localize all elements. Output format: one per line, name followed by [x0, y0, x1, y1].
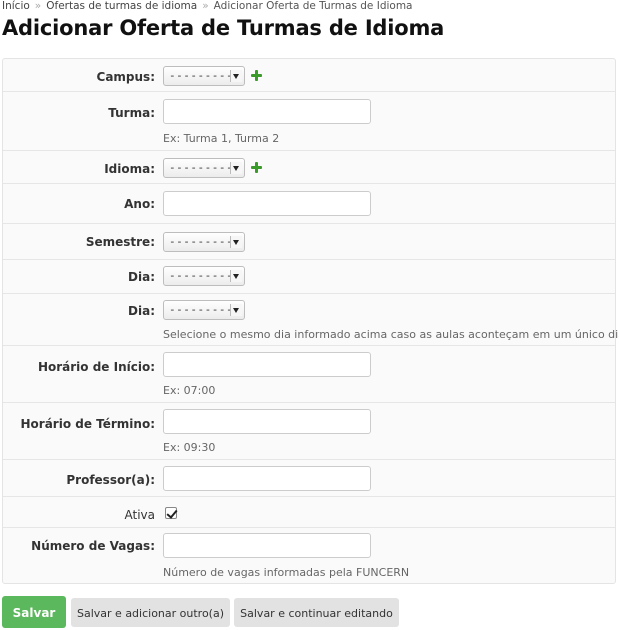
professor-input[interactable] — [163, 466, 371, 491]
form-row-semestre: Semestre: --------- — [3, 224, 615, 260]
form-row-ano: Ano: — [3, 184, 615, 224]
campus-label: Campus: — [96, 70, 155, 84]
ativa-label: Ativa — [124, 508, 156, 522]
professor-label: Professor(a): — [66, 473, 155, 487]
idioma-select[interactable]: --------- — [163, 158, 245, 178]
turma-help-text: Ex: Turma 1, Turma 2 — [163, 132, 280, 145]
horario-termino-input[interactable] — [163, 409, 371, 434]
form-row-dia-1: Dia: --------- — [3, 260, 615, 294]
horario-termino-label: Horário de Término: — [20, 417, 155, 431]
form-row-horario-termino: Horário de Término: Ex: 09:30 — [3, 403, 615, 460]
form-row-campus: Campus: --------- — [3, 59, 615, 92]
horario-inicio-label: Horário de Início: — [37, 360, 155, 374]
dia-2-label: Dia: — [128, 304, 155, 318]
breadcrumb-offers-link[interactable]: Ofertas de turmas de idioma — [46, 0, 197, 12]
chevron-down-icon — [230, 236, 242, 248]
form-row-dia-2: Dia: --------- Selecione o mesmo dia inf… — [3, 294, 619, 346]
chevron-down-icon — [230, 270, 242, 282]
horario-termino-help-text: Ex: 09:30 — [163, 441, 216, 454]
form-row-ativa: Ativa — [3, 497, 615, 528]
numero-vagas-input[interactable] — [163, 533, 371, 558]
dia-2-select-value: --------- — [169, 303, 234, 316]
ano-label: Ano: — [124, 197, 155, 211]
add-idioma-plus-icon[interactable] — [251, 162, 262, 173]
semestre-select[interactable]: --------- — [163, 232, 245, 252]
save-button[interactable]: Salvar — [2, 596, 66, 628]
idioma-select-value: --------- — [169, 161, 234, 174]
breadcrumb-home-link[interactable]: Início — [2, 0, 30, 12]
semestre-label: Semestre: — [85, 235, 155, 249]
dia-2-select[interactable]: --------- — [163, 300, 245, 320]
save-and-add-another-button[interactable]: Salvar e adicionar outro(a) — [71, 598, 230, 627]
campus-select-value: --------- — [169, 69, 234, 82]
form-fieldset: Campus: --------- Turma: Ex: Turma 1, Tu… — [2, 58, 619, 584]
breadcrumb: Início » Ofertas de turmas de idioma » Adici… — [2, 0, 413, 12]
chevron-down-icon — [230, 162, 242, 174]
turma-input[interactable] — [163, 99, 371, 124]
form-row-professor: Professor(a): — [3, 460, 615, 497]
add-campus-plus-icon[interactable] — [251, 70, 262, 81]
chevron-down-icon — [230, 70, 242, 82]
ano-input[interactable] — [163, 191, 371, 216]
form-row-turma: Turma: Ex: Turma 1, Turma 2 — [3, 92, 615, 151]
form-row-horario-inicio: Horário de Início: Ex: 07:00 — [3, 346, 615, 403]
checkmark-icon — [166, 507, 178, 519]
dia-1-select[interactable]: --------- — [163, 266, 245, 286]
idioma-label: Idioma: — [104, 162, 155, 176]
numero-vagas-label: Número de Vagas: — [31, 539, 155, 553]
breadcrumb-separator: » — [202, 0, 209, 12]
page-title: Adicionar Oferta de Turmas de Idioma — [2, 16, 445, 40]
semestre-select-value: --------- — [169, 235, 234, 248]
form-row-numero-vagas: Número de Vagas: Número de vagas informa… — [3, 528, 615, 584]
save-and-continue-editing-button[interactable]: Salvar e continuar editando — [234, 598, 399, 627]
ativa-checkbox[interactable] — [165, 507, 178, 519]
horario-inicio-help-text: Ex: 07:00 — [163, 384, 216, 397]
dia-1-select-value: --------- — [169, 269, 234, 282]
chevron-down-icon — [230, 304, 242, 316]
dia-1-label: Dia: — [128, 270, 155, 284]
turma-label: Turma: — [108, 106, 155, 120]
dia-2-help-text: Selecione o mesmo dia informado acima ca… — [163, 328, 619, 341]
horario-inicio-input[interactable] — [163, 352, 371, 377]
campus-select[interactable]: --------- — [163, 66, 245, 86]
form-row-idioma: Idioma: --------- — [3, 151, 615, 184]
breadcrumb-current: Adicionar Oferta de Turmas de Idioma — [213, 0, 413, 12]
breadcrumb-separator: » — [34, 0, 42, 12]
numero-vagas-help-text: Número de vagas informadas pela FUNCERN — [163, 566, 410, 579]
